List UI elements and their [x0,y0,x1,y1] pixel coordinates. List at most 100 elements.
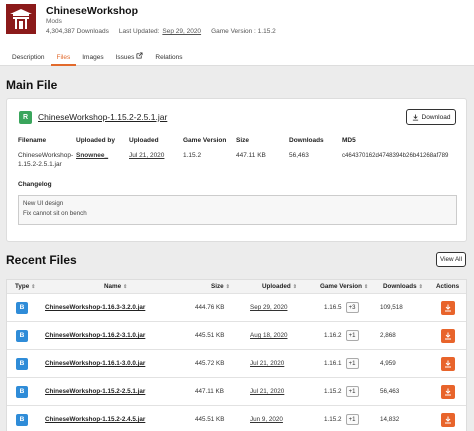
uploaded-by-column: Uploaded by Snownee_ [76,137,116,161]
file-size: 447.11 KB [195,388,224,395]
downloads-column: Downloads 56,463 [289,137,324,159]
mod-logo [6,4,36,34]
release-type-badge: R [19,111,32,124]
md5-column: MD5 c464370162d4748394b26b41268af789 [342,137,449,159]
beta-badge: B [16,385,28,398]
download-count: 56,463 [380,388,400,395]
last-updated-date: Sep 29, 2020 [162,28,202,35]
table-row: B ChineseWorkshop-1.16.1-3.0.0.jar 445.7… [7,350,466,378]
col-actions: Actions [436,283,460,290]
file-size: 445.51 KB [195,416,225,423]
col-size[interactable]: Size ⇕ [211,280,230,293]
download-count: 4,959 [380,360,396,367]
sort-icon: ⇕ [31,283,36,290]
table-row: B ChineseWorkshop-1.16.3-3.2.0.jar 444.7… [7,294,466,322]
view-all-button[interactable]: View All [436,252,466,267]
main-file-link[interactable]: ChineseWorkshop-1.15.2-2.5.1.jar [38,112,167,122]
col-name[interactable]: Name ⇕ [104,280,127,293]
more-versions-badge[interactable]: +1 [345,414,359,425]
tab-images[interactable]: Images [76,52,109,66]
mod-title: ChineseWorkshop [46,5,138,17]
game-version: 1.16.2 [324,332,342,339]
game-version: 1.16.5 [324,304,342,311]
game-version: 1.15.2 [324,416,342,423]
game-version-column: Game Version 1.15.2 [183,137,227,159]
tab-files[interactable]: Files [50,52,77,66]
download-count: 4,304,387 Downloads [46,28,109,35]
main-file-card: R ChineseWorkshop-1.15.2-2.5.1.jar Downl… [6,98,467,242]
more-versions-badge[interactable]: +1 [345,358,359,369]
download-icon [445,416,451,423]
more-versions-badge[interactable]: +1 [345,386,359,397]
sort-icon: ⇕ [123,283,128,290]
download-file-button[interactable] [441,384,455,399]
upload-date: Jul 21, 2020 [250,388,285,395]
tab-issues[interactable]: Issues [110,52,150,66]
sort-icon: ⇕ [364,283,369,290]
upload-date: Jun 9, 2020 [250,416,283,423]
col-downloads[interactable]: Downloads ⇕ [383,280,423,293]
uploaded-column: Uploaded Jul 21, 2020 [129,137,165,159]
table-row: B ChineseWorkshop-1.16.2-3.1.0.jar 445.5… [7,322,466,350]
download-count: 14,832 [380,416,400,423]
tab-description[interactable]: Description [6,52,51,66]
external-link-icon [136,52,143,59]
game-version: Game Version : 1.15.2 [211,28,276,35]
size-column: Size 447.11 KB [236,137,266,159]
file-size: 444.76 KB [195,304,225,311]
download-file-button[interactable] [441,300,455,315]
file-link[interactable]: ChineseWorkshop-1.15.2-2.5.1.jar [45,388,145,395]
download-icon [412,113,418,121]
download-file-button[interactable] [441,412,455,427]
beta-badge: B [16,329,28,342]
last-updated-label: Last Updated: [118,28,160,35]
table-header: Type ⇕ Name ⇕ Size ⇕ Uploaded ⇕ Game Version… [7,280,466,294]
beta-badge: B [16,301,28,314]
download-count: 109,518 [380,304,403,311]
changelog-box: New UI design Fix cannot sit on bench [18,195,457,225]
download-icon [445,360,451,367]
beta-badge: B [16,413,28,426]
sort-icon: ⇕ [292,283,297,290]
tab-bar: Description Files Images Issues Relation… [6,52,188,66]
table-row: B ChineseWorkshop-1.15.2-2.5.1.jar 447.1… [7,378,466,406]
download-button[interactable]: Download [406,109,456,125]
sort-icon: ⇕ [418,283,423,290]
col-type[interactable]: Type ⇕ [15,280,35,293]
download-file-button[interactable] [441,328,455,343]
download-count: 2,868 [380,332,396,339]
more-versions-badge[interactable]: +3 [345,302,359,313]
upload-date: Aug 18, 2020 [250,332,288,339]
tab-relations[interactable]: Relations [149,52,188,66]
file-link[interactable]: ChineseWorkshop-1.16.2-3.1.0.jar [45,332,145,339]
col-uploaded[interactable]: Uploaded ⇕ [262,280,297,293]
pagoda-icon [8,6,34,32]
game-version: 1.16.1 [324,360,342,367]
recent-files-table: Type ⇕ Name ⇕ Size ⇕ Uploaded ⇕ Game Version… [6,279,467,431]
mod-meta: 4,304,387 Downloads Last Updated: Sep 29, … [46,28,286,35]
download-icon [445,304,451,311]
mod-header: ChineseWorkshop Mods 4,304,387 Downloads… [0,0,474,66]
sort-icon: ⇕ [225,283,230,290]
file-link[interactable]: ChineseWorkshop-1.15.2-2.4.5.jar [45,416,145,423]
upload-date: Jul 21, 2020 [250,360,285,367]
game-version: 1.15.2 [324,388,342,395]
file-link[interactable]: ChineseWorkshop-1.16.3-3.2.0.jar [45,304,145,311]
download-file-button[interactable] [441,356,455,371]
file-size: 445.51 KB [195,332,225,339]
uploader-link[interactable]: Snownee_ [76,152,115,161]
recent-files-title: Recent Files [6,253,77,267]
file-size: 445.72 KB [195,360,225,367]
mod-category: Mods [46,18,62,25]
main-file-title: Main File [6,78,58,92]
table-row: B ChineseWorkshop-1.15.2-2.4.5.jar 445.5… [7,406,466,431]
more-versions-badge[interactable]: +1 [345,330,359,341]
beta-badge: B [16,357,28,370]
download-icon [445,388,451,395]
upload-date: Sep 29, 2020 [250,304,288,311]
col-game-version[interactable]: Game Version ⇕ [320,280,368,293]
changelog-label: Changelog [18,181,52,188]
download-icon [445,332,451,339]
filename-column: Filename ChineseWorkshop- 1.15.2-2.5.1.j… [18,137,74,168]
file-link[interactable]: ChineseWorkshop-1.16.1-3.0.0.jar [45,360,145,367]
